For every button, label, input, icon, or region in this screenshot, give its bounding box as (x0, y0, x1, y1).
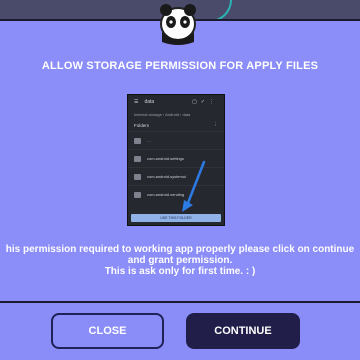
preview-actions-icon: ▢✓⋮ (192, 99, 218, 105)
folder-icon (134, 191, 141, 198)
preview-section-extra: ⋮ (213, 122, 219, 127)
panda-logo-icon (160, 4, 196, 45)
folder-icon (134, 173, 141, 180)
message-line: This is ask only for first time. : ) (104, 266, 256, 277)
preview-use-folder-button: USE THIS FOLDER (131, 214, 221, 222)
preview-row-label: com.android.vending (147, 192, 185, 197)
preview-row-label: com.android.settings (147, 156, 184, 161)
preview-breadcrumb: Internal storage › Android › data (134, 111, 191, 117)
folder-icon (134, 137, 141, 144)
pointer-arrow-icon (182, 160, 206, 212)
preview-header: ☰ data ▢✓⋮ (128, 95, 224, 109)
dialog-message: his permission required to working app p… (0, 244, 360, 277)
folder-picker-preview: ☰ data ▢✓⋮ Internal storage › Android › … (127, 94, 225, 226)
preview-section: Folders ⋮ (128, 119, 224, 131)
dialog-title: ALLOW STORAGE PERMISSION FOR APPLY FILES (41, 60, 319, 72)
preview-folder-title: data (144, 99, 155, 105)
message-line: and grant permission. (127, 255, 233, 266)
preview-menu-icon: ☰ (134, 99, 139, 105)
preview-section-label: Folders (134, 122, 150, 128)
close-button[interactable]: CLOSE (51, 313, 164, 349)
folder-icon (134, 155, 141, 162)
preview-row: … (128, 131, 224, 149)
message-line: his permission required to working app p… (5, 244, 355, 255)
continue-button[interactable]: CONTINUE (186, 313, 300, 349)
preview-row-label: … (147, 138, 151, 143)
